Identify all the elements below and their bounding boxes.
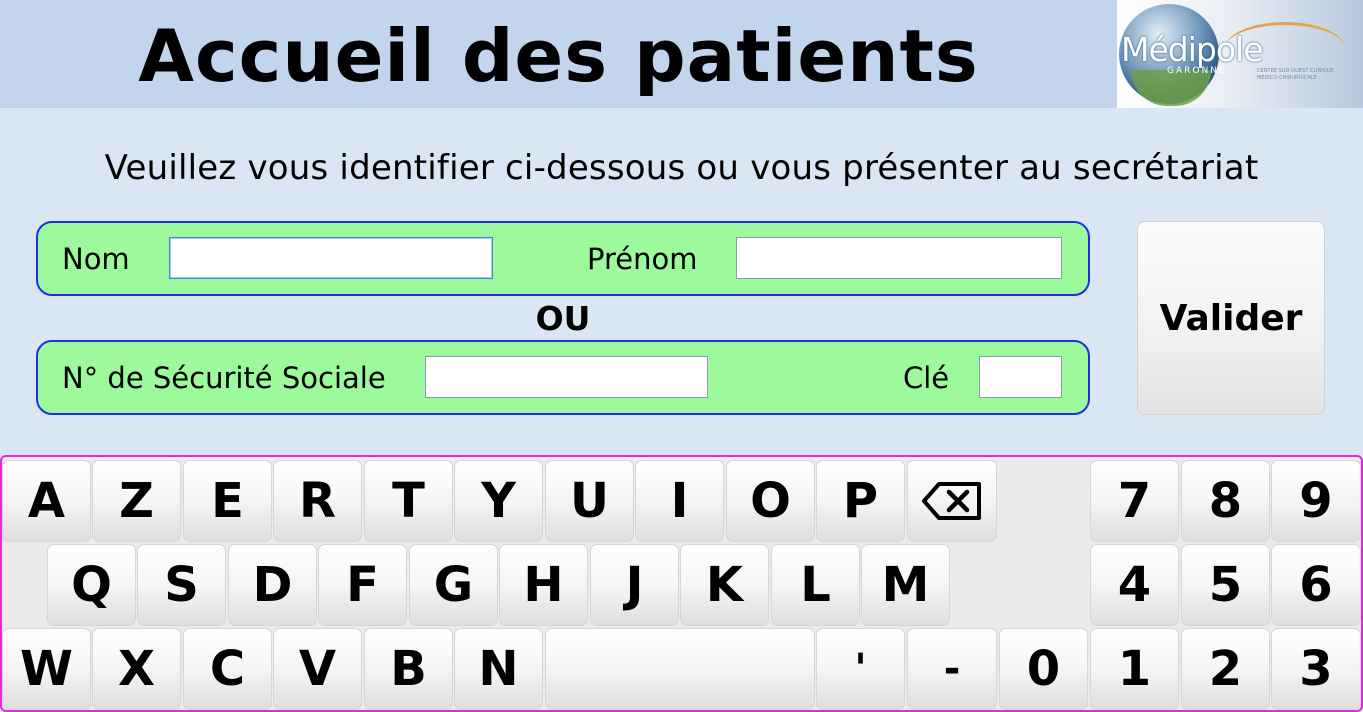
key-6[interactable]: 6 [1271, 544, 1361, 626]
key-i[interactable]: I [635, 460, 724, 542]
logo-tagline: CENTRE SUD-OUEST CLINIQUE MÉDICO-CHIRURG… [1257, 68, 1334, 81]
key-apostrophe[interactable]: ' [816, 628, 905, 710]
name-field-group: Nom Prénom [36, 221, 1090, 296]
key-h[interactable]: H [499, 544, 588, 626]
key-2[interactable]: 2 [1181, 628, 1270, 710]
key-q[interactable]: Q [47, 544, 136, 626]
key-e[interactable]: E [183, 460, 272, 542]
key-x[interactable]: X [92, 628, 181, 710]
backspace-icon [922, 482, 981, 520]
key-u[interactable]: U [545, 460, 634, 542]
key-d[interactable]: D [228, 544, 317, 626]
key-f[interactable]: F [318, 544, 407, 626]
key-j[interactable]: J [590, 544, 679, 626]
cle-label: Clé [903, 361, 950, 395]
key-a[interactable]: A [2, 460, 91, 542]
key-p[interactable]: P [816, 460, 905, 542]
cle-input[interactable] [979, 356, 1062, 398]
key-v[interactable]: V [273, 628, 362, 710]
on-screen-keyboard: A Z E R T Y U I O P 7 8 9 Q S D F G H J … [0, 455, 1363, 712]
prenom-input[interactable] [736, 237, 1062, 279]
key-9[interactable]: 9 [1271, 460, 1361, 542]
ssn-input[interactable] [425, 356, 708, 398]
key-3[interactable]: 3 [1271, 628, 1361, 710]
key-4[interactable]: 4 [1090, 544, 1179, 626]
logo-subtitle: GARONNE [1167, 66, 1227, 76]
prenom-label: Prénom [587, 242, 698, 276]
key-t[interactable]: T [364, 460, 453, 542]
key-5[interactable]: 5 [1181, 544, 1270, 626]
space-key[interactable] [545, 628, 815, 710]
key-g[interactable]: G [409, 544, 498, 626]
key-c[interactable]: C [183, 628, 272, 710]
ssn-label: N° de Sécurité Sociale [62, 361, 386, 395]
medipole-logo: Médipole GARONNE CENTRE SUD-OUEST CLINIQ… [1117, 0, 1363, 108]
backspace-key[interactable] [907, 460, 997, 542]
header-bar: Accueil des patients [0, 0, 1117, 108]
key-y[interactable]: Y [454, 460, 543, 542]
key-8[interactable]: 8 [1181, 460, 1270, 542]
key-b[interactable]: B [364, 628, 453, 710]
key-1[interactable]: 1 [1090, 628, 1179, 710]
or-separator: OU [535, 299, 591, 338]
nom-label: Nom [62, 242, 130, 276]
key-r[interactable]: R [273, 460, 362, 542]
key-7[interactable]: 7 [1090, 460, 1179, 542]
key-z[interactable]: Z [92, 460, 181, 542]
key-k[interactable]: K [680, 544, 769, 626]
instructions-text: Veuillez vous identifier ci-dessous ou v… [104, 148, 1259, 188]
key-hyphen[interactable]: - [907, 628, 997, 710]
validate-button[interactable]: Valider [1137, 221, 1325, 415]
key-o[interactable]: O [726, 460, 815, 542]
ssn-field-group: N° de Sécurité Sociale Clé [36, 340, 1090, 415]
key-s[interactable]: S [137, 544, 226, 626]
logo-name: Médipole [1121, 30, 1263, 69]
page-title: Accueil des patients [138, 14, 979, 98]
key-m[interactable]: M [861, 544, 950, 626]
key-0[interactable]: 0 [999, 628, 1088, 710]
key-l[interactable]: L [771, 544, 860, 626]
nom-input[interactable] [169, 237, 493, 279]
key-n[interactable]: N [454, 628, 543, 710]
key-w[interactable]: W [2, 628, 91, 710]
